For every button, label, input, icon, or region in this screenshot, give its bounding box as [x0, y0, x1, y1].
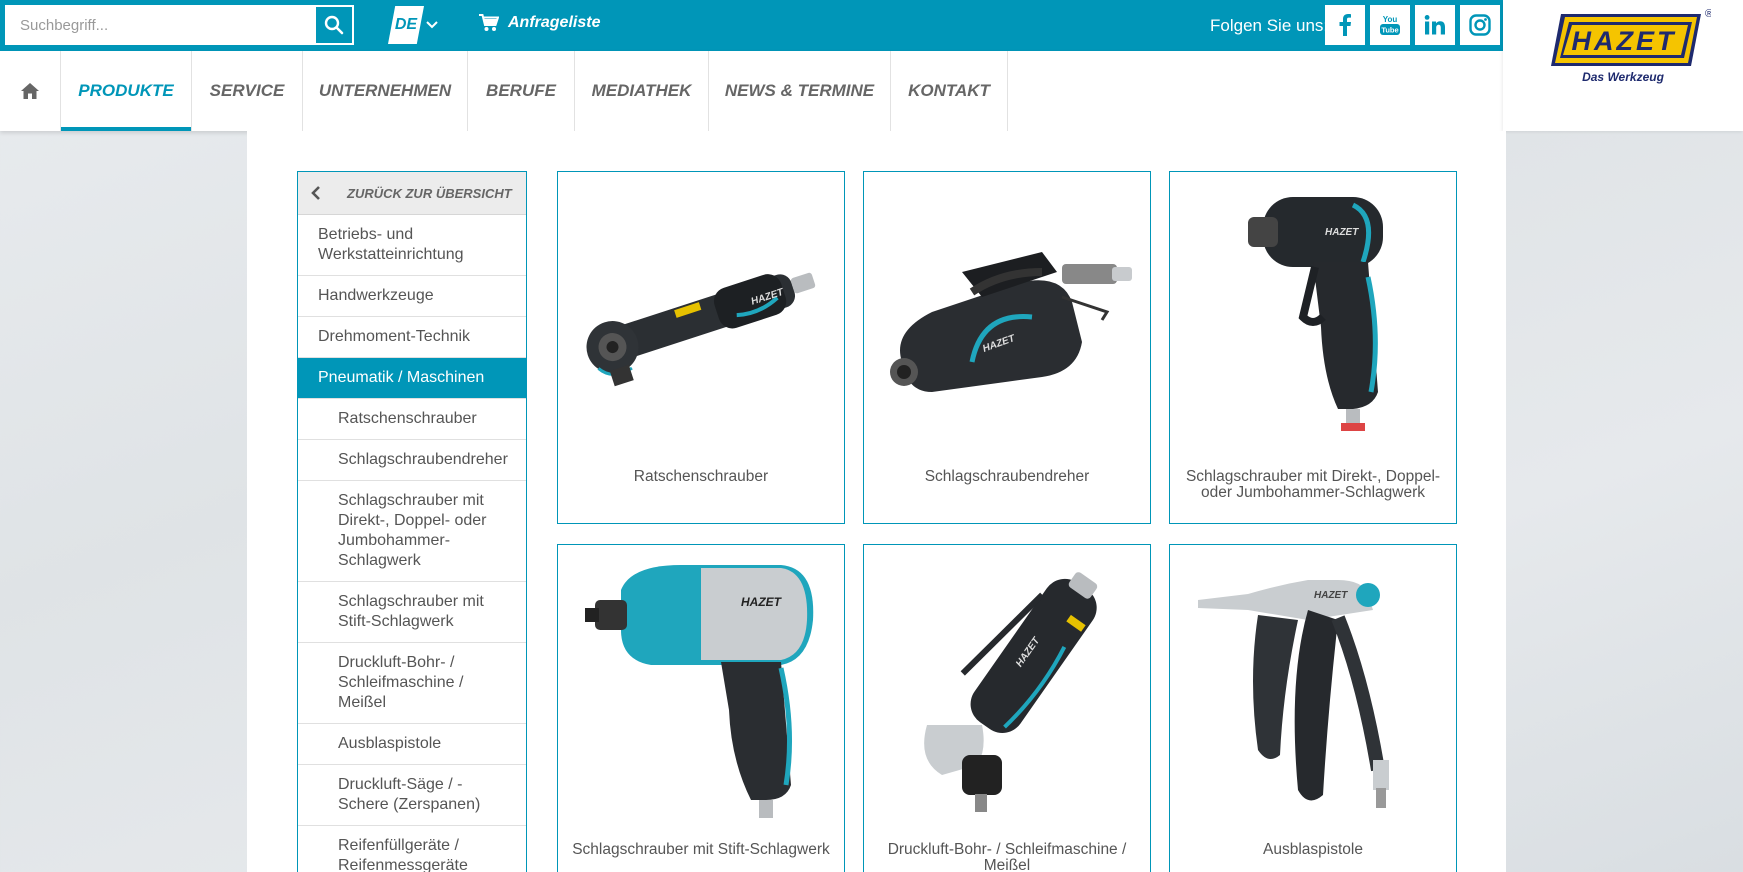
cart-link[interactable]: Anfrageliste — [479, 14, 600, 32]
svg-text:HAZET: HAZET — [741, 595, 783, 609]
youtube-icon: You Tube — [1380, 15, 1400, 35]
cart-icon — [479, 14, 499, 31]
category-sidebar: ZURÜCK ZUR ÜBERSICHT Betriebs- und Werks… — [297, 171, 527, 872]
sidebar-item-label: Drehmoment-Technik — [318, 328, 471, 345]
sidebar-subitem-bohr-schleifmaschine[interactable]: Druckluft-Bohr- / Schleifmaschine / Meiß… — [298, 643, 526, 724]
sidebar-subitem-schlagschrauber-stift[interactable]: Schlagschrauber mit Stift-Schlagwerk — [298, 582, 526, 643]
impact-wrench-image: HAZET — [1248, 197, 1383, 431]
follow-label: Folgen Sie uns: — [1210, 16, 1329, 35]
nav-kontakt[interactable]: KONTAKT — [891, 51, 1008, 131]
product-image: HAZET — [1170, 172, 1456, 452]
home-icon — [21, 83, 39, 99]
back-to-overview[interactable]: ZURÜCK ZUR ÜBERSICHT — [298, 172, 526, 215]
product-label: Schlagschrauber mit Stift-Schlagwerk — [572, 841, 830, 858]
sidebar-item-label: Betriebs- und Werkstatteinrichtung — [318, 226, 464, 263]
sidebar-item-label: Pneumatik / Maschinen — [318, 369, 485, 386]
product-card-schlagschraubendreher[interactable]: HAZET Schlagschraubendreher — [863, 171, 1151, 524]
sidebar-item-betriebs-werkstatteinrichtung[interactable]: Betriebs- und Werkstatteinrichtung — [298, 215, 526, 276]
sidebar-item-label: Schlagschrauber mit Direkt-, Doppel- ode… — [338, 492, 487, 569]
sidebar-subitem-reifenfuellgeraete[interactable]: Reifenfüllgeräte / Reifenmessgeräte — [298, 826, 526, 872]
nav-berufe[interactable]: BERUFE — [468, 51, 575, 131]
svg-text:You: You — [1383, 15, 1398, 24]
logo-brand: HAZET — [1572, 26, 1677, 56]
svg-text:HAZET: HAZET — [1325, 227, 1359, 238]
sidebar-item-label: Ausblaspistole — [338, 735, 442, 752]
sidebar-item-label: Schlagschraubendreher — [338, 451, 508, 468]
linkedin-link[interactable] — [1415, 5, 1455, 45]
top-bar: DE Anfrageliste Folgen Sie uns: You Tube — [0, 0, 1503, 51]
facebook-icon — [1339, 14, 1351, 36]
hazet-logo: HAZET ® — [1551, 8, 1711, 66]
back-label: ZURÜCK ZUR ÜBERSICHT — [347, 186, 512, 201]
sidebar-item-label: Druckluft-Säge / -Schere (Zerspanen) — [338, 776, 481, 813]
nav-produkte[interactable]: PRODUKTE — [61, 51, 192, 131]
product-card-schlagschrauber-direkt[interactable]: HAZET Schlagschrauber mit Direkt-, Doppe… — [1169, 171, 1457, 524]
blow-gun-image: HAZET — [1198, 580, 1389, 808]
nav-service[interactable]: SERVICE — [192, 51, 303, 131]
chevron-left-icon — [311, 186, 320, 200]
svg-text:Tube: Tube — [1381, 26, 1398, 35]
product-image: HAZET — [1170, 545, 1456, 825]
ratchet-wrench-image: HAZET — [586, 272, 816, 387]
impact-screwdriver-image: HAZET — [890, 252, 1132, 392]
product-label: Ratschenschrauber — [633, 468, 769, 485]
sidebar-subitem-schlagschrauber-direkt[interactable]: Schlagschrauber mit Direkt-, Doppel- ode… — [298, 481, 526, 582]
product-image: HAZET — [558, 545, 844, 825]
product-label: Schlagschrauber mit Direkt-, Doppel- ode… — [1185, 468, 1441, 501]
product-image: HAZET — [864, 545, 1150, 825]
nav-mediathek[interactable]: MEDIATHEK — [575, 51, 709, 131]
sidebar-subitem-ausblaspistole[interactable]: Ausblaspistole — [298, 724, 526, 765]
product-image: HAZET — [558, 172, 844, 452]
instagram-link[interactable] — [1460, 5, 1500, 45]
cart-label: Anfrageliste — [508, 14, 601, 31]
logo-tagline: Das Werkzeug — [1582, 70, 1664, 84]
nav-unternehmen[interactable]: UNTERNEHMEN — [303, 51, 468, 131]
language-code: DE — [388, 6, 424, 44]
facebook-link[interactable] — [1325, 5, 1365, 45]
product-image: HAZET — [864, 172, 1150, 452]
logo-area[interactable]: HAZET ® Das Werkzeug — [1503, 0, 1743, 131]
sidebar-subitem-schlagschraubendreher[interactable]: Schlagschraubendreher — [298, 440, 526, 481]
sidebar-item-label: Druckluft-Bohr- / Schleifmaschine / Meiß… — [338, 654, 464, 711]
sidebar-item-drehmoment-technik[interactable]: Drehmoment-Technik — [298, 317, 526, 358]
nav-home[interactable] — [0, 51, 61, 131]
sidebar-item-handwerkzeuge[interactable]: Handwerkzeuge — [298, 276, 526, 317]
language-selector[interactable]: DE — [388, 6, 438, 44]
linkedin-icon — [1424, 15, 1445, 35]
chevron-down-icon — [426, 21, 438, 29]
product-card-schlagschrauber-stift[interactable]: HAZET Schlagschrauber mit Stift-Schlagwe… — [557, 544, 845, 872]
product-card-ausblaspistole[interactable]: HAZET Ausblaspistole — [1169, 544, 1457, 872]
youtube-link[interactable]: You Tube — [1370, 5, 1410, 45]
sidebar-item-pneumatik-maschinen[interactable]: Pneumatik / Maschinen — [298, 358, 526, 399]
sidebar-item-label: Reifenfüllgeräte / Reifenmessgeräte — [338, 837, 468, 872]
product-label: Ausblaspistole — [1263, 841, 1363, 858]
air-drill-image: HAZET — [924, 572, 1098, 812]
sidebar-item-label: Ratschenschrauber — [338, 410, 477, 427]
search-icon — [324, 15, 344, 35]
sidebar-item-label: Handwerkzeuge — [318, 287, 434, 304]
sidebar-item-label: Schlagschrauber mit Stift-Schlagwerk — [338, 593, 484, 630]
nav-news-termine[interactable]: NEWS & TERMINE — [709, 51, 891, 131]
search-box — [5, 5, 354, 45]
impact-wrench-stift-image: HAZET — [585, 565, 814, 818]
svg-text:HAZET: HAZET — [1314, 590, 1348, 601]
product-card-ratschenschrauber[interactable]: HAZET Ratschenschrauber — [557, 171, 845, 524]
main-navigation: PRODUKTE SERVICE UNTERNEHMEN BERUFE MEDI… — [0, 51, 1503, 131]
registered-mark: ® — [1705, 8, 1711, 20]
instagram-icon — [1469, 14, 1491, 36]
product-label: Druckluft-Bohr- / Schleifmaschine / Meiß… — [887, 841, 1127, 872]
product-card-bohr-schleifmaschine[interactable]: HAZET Druckluft-Bohr- / Schleifmaschine … — [863, 544, 1151, 872]
sidebar-subitem-saege-schere[interactable]: Druckluft-Säge / -Schere (Zerspanen) — [298, 765, 526, 826]
search-button[interactable] — [316, 7, 352, 43]
search-input[interactable] — [6, 6, 317, 44]
product-label: Schlagschraubendreher — [924, 468, 1090, 485]
sidebar-subitem-ratschenschrauber[interactable]: Ratschenschrauber — [298, 399, 526, 440]
